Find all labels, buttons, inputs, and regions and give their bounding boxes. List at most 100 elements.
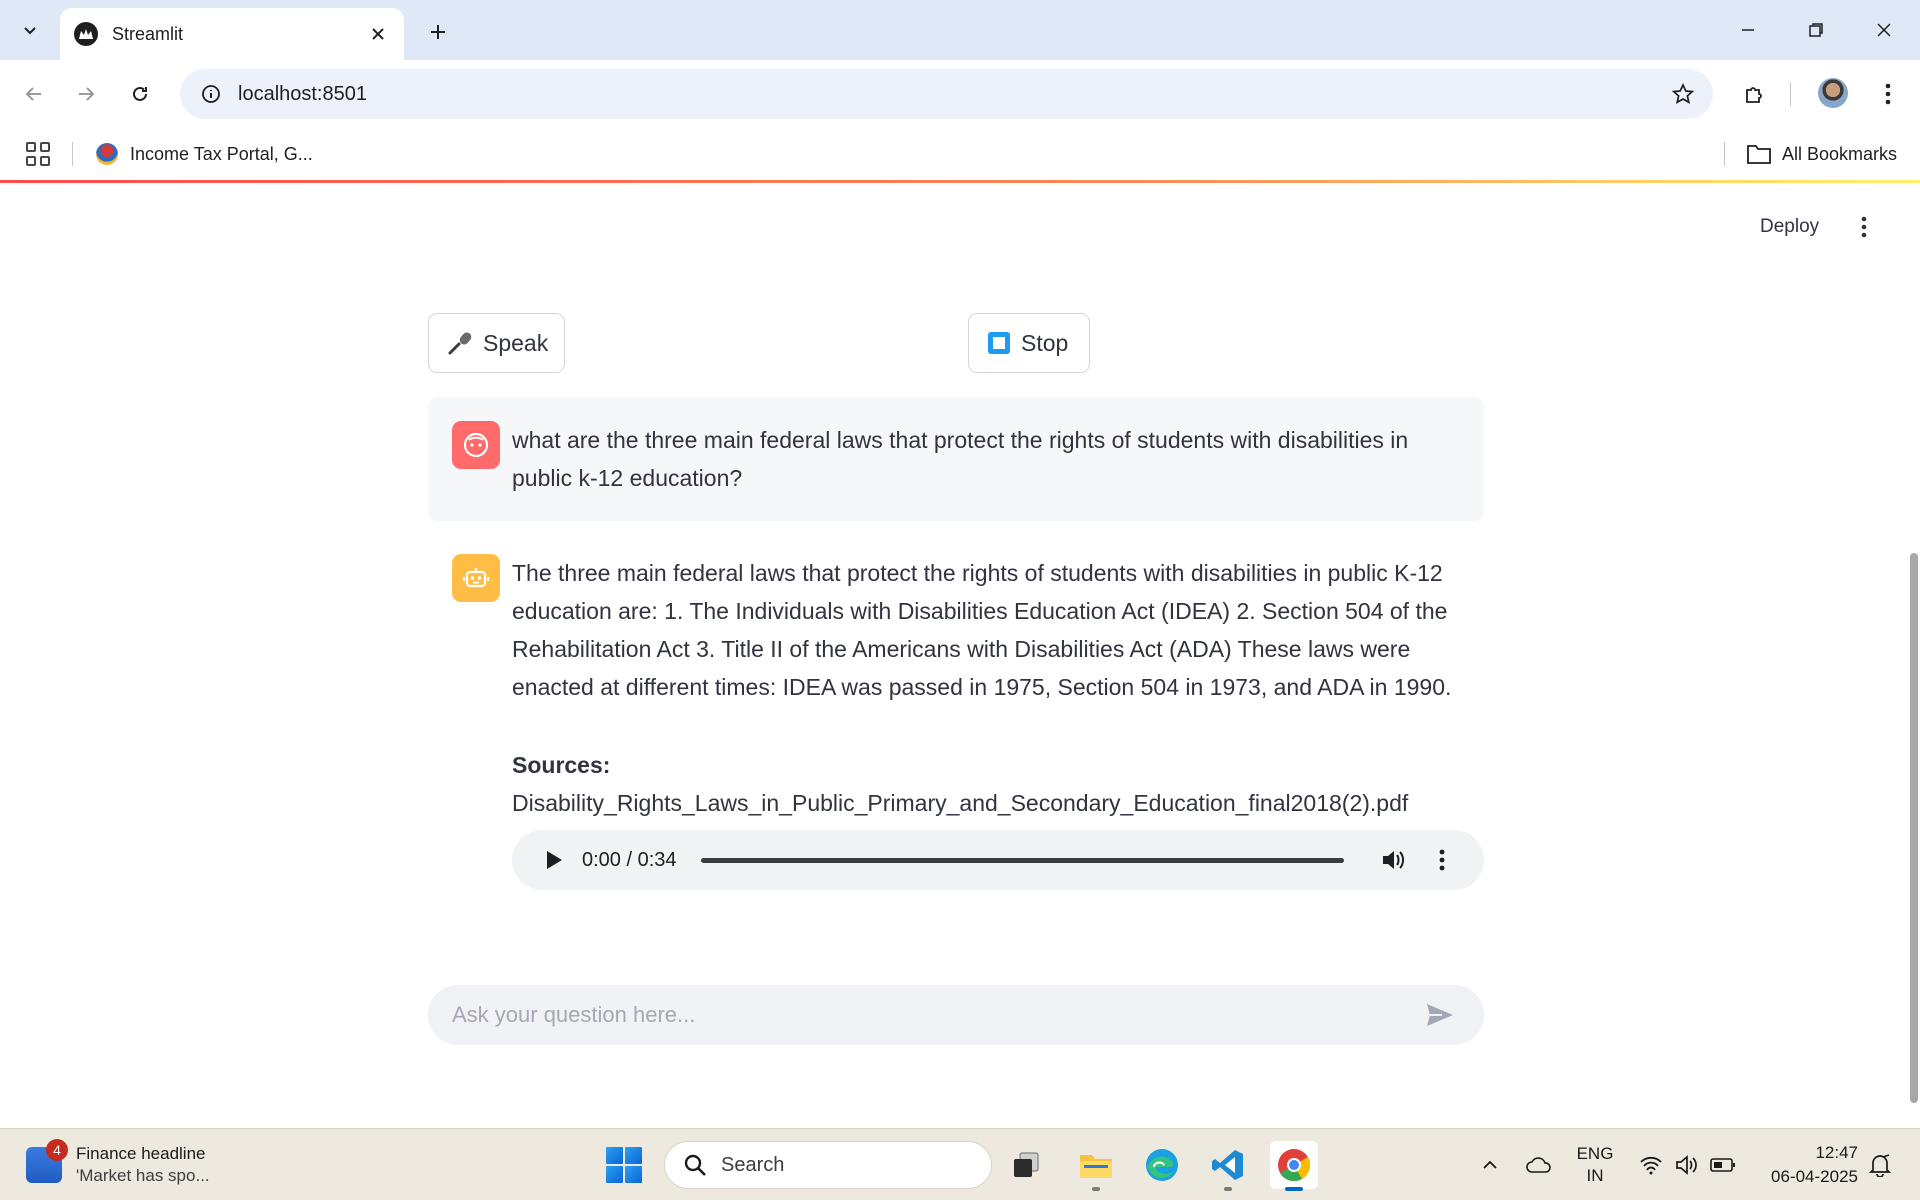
chat-message-assistant: The three main federal laws that protect… xyxy=(428,540,1484,920)
streamlit-app: Deploy Speak Stop what are the three mai… xyxy=(0,183,1920,1128)
chrome-icon[interactable] xyxy=(1270,1141,1318,1191)
file-explorer-icon[interactable] xyxy=(1072,1141,1120,1191)
show-hidden-icons-chevron-icon[interactable] xyxy=(1474,1143,1506,1187)
toolbar-divider xyxy=(1790,82,1791,106)
bookmarks-bar: Income Tax Portal, G... All Bookmarks xyxy=(0,128,1920,180)
widget-title: Finance headline xyxy=(76,1144,206,1163)
new-tab-button[interactable] xyxy=(418,12,458,52)
audio-time: 0:00 / 0:34 xyxy=(582,848,677,871)
tab-search-button[interactable] xyxy=(10,10,50,50)
close-icon xyxy=(1877,23,1891,37)
stop-label: Stop xyxy=(1021,329,1069,356)
news-widget[interactable]: 4 Finance headline 'Market has spo... xyxy=(26,1139,210,1189)
play-icon[interactable] xyxy=(534,840,574,880)
reload-button[interactable] xyxy=(118,72,162,116)
windows-start-icon[interactable] xyxy=(606,1147,642,1183)
sources-block: Sources: Disability_Rights_Laws_in_Publi… xyxy=(512,746,1460,822)
reload-icon xyxy=(133,86,147,101)
browser-toolbar: localhost:8501 xyxy=(0,60,1920,128)
deploy-button[interactable]: Deploy xyxy=(1742,207,1837,247)
speak-label: Speak xyxy=(483,329,549,356)
assistant-message-text: The three main federal laws that protect… xyxy=(512,560,1452,700)
edge-browser-icon[interactable] xyxy=(1138,1141,1186,1189)
sources-label: Sources: xyxy=(512,752,611,778)
page-scrollbar[interactable] xyxy=(1910,553,1918,1103)
browser-tab-streamlit[interactable]: Streamlit xyxy=(60,8,404,60)
app-menu-button[interactable] xyxy=(1844,207,1884,247)
search-icon xyxy=(683,1153,707,1177)
send-icon[interactable] xyxy=(1420,995,1460,1035)
active-indicator xyxy=(1285,1187,1303,1191)
restore-icon xyxy=(1809,23,1823,37)
apps-grid-icon[interactable] xyxy=(24,140,52,168)
tab-title: Streamlit xyxy=(112,23,184,44)
forward-button[interactable] xyxy=(64,72,108,116)
extensions-button[interactable] xyxy=(1732,72,1776,116)
vscode-icon[interactable] xyxy=(1204,1141,1252,1191)
clock-date: 06-04-2025 xyxy=(1771,1167,1858,1186)
url-text[interactable]: localhost:8501 xyxy=(238,83,1661,106)
chat-message-user: what are the three main federal laws tha… xyxy=(428,397,1484,521)
task-view-icon[interactable] xyxy=(1002,1141,1050,1189)
kebab-menu-icon xyxy=(1885,83,1891,105)
bookmarks-divider-right xyxy=(1724,142,1725,166)
bookmark-income-tax[interactable]: Income Tax Portal, G... xyxy=(96,140,313,168)
browser-tab-bar: Streamlit xyxy=(0,0,1920,60)
wifi-icon[interactable] xyxy=(1636,1143,1666,1187)
microphone-icon xyxy=(447,330,473,356)
widget-subtitle: 'Market has spo... xyxy=(76,1166,210,1185)
audio-options-icon[interactable] xyxy=(1422,840,1462,880)
close-tab-icon[interactable] xyxy=(366,22,390,46)
all-bookmarks-label: All Bookmarks xyxy=(1782,143,1898,164)
notification-badge: 4 xyxy=(46,1139,68,1161)
running-indicator xyxy=(1092,1187,1100,1191)
restore-button[interactable] xyxy=(1782,0,1850,60)
bookmark-star-icon[interactable] xyxy=(1661,72,1705,116)
taskbar-search-label: Search xyxy=(721,1153,785,1176)
language-indicator[interactable]: ENG IN xyxy=(1570,1143,1620,1187)
address-bar[interactable]: localhost:8501 xyxy=(180,69,1713,119)
income-tax-favicon-icon xyxy=(96,143,118,165)
system-clock[interactable]: 12:47 06-04-2025 xyxy=(1748,1141,1858,1189)
bookmark-label: Income Tax Portal, G... xyxy=(130,143,313,164)
kebab-menu-icon xyxy=(1861,216,1867,238)
battery-icon[interactable] xyxy=(1708,1143,1738,1187)
source-file-name: Disability_Rights_Laws_in_Public_Primary… xyxy=(512,790,1409,816)
profile-avatar[interactable] xyxy=(1818,78,1848,108)
running-indicator xyxy=(1224,1187,1232,1191)
clock-time: 12:47 xyxy=(1815,1143,1858,1162)
streamlit-favicon-icon xyxy=(74,22,98,46)
minimize-button[interactable] xyxy=(1714,0,1782,60)
taskbar-search[interactable]: Search xyxy=(664,1141,992,1189)
volume-icon[interactable] xyxy=(1374,840,1414,880)
stop-square-icon xyxy=(987,331,1011,355)
chat-input-container xyxy=(428,985,1484,1045)
all-bookmarks-button[interactable]: All Bookmarks xyxy=(1746,140,1897,168)
speak-button[interactable]: Speak xyxy=(428,313,565,373)
arrow-right-icon xyxy=(79,87,95,101)
site-info-icon[interactable] xyxy=(196,79,226,109)
speaker-icon[interactable] xyxy=(1672,1143,1702,1187)
language-code: ENG xyxy=(1576,1144,1614,1163)
plus-icon xyxy=(431,25,445,39)
chat-input[interactable] xyxy=(452,1002,1420,1028)
user-message-text: what are the three main federal laws tha… xyxy=(512,427,1409,491)
windows-taskbar: 4 Finance headline 'Market has spo... Se… xyxy=(0,1128,1920,1200)
user-avatar-icon xyxy=(452,421,500,469)
region-code: IN xyxy=(1586,1166,1604,1185)
arrow-left-icon xyxy=(25,87,41,101)
back-button[interactable] xyxy=(12,72,56,116)
browser-menu-button[interactable] xyxy=(1866,72,1910,116)
bookmarks-divider xyxy=(72,142,73,166)
assistant-avatar-icon xyxy=(452,554,500,602)
minimize-icon xyxy=(1742,29,1754,31)
finance-widget-icon: 4 xyxy=(26,1139,68,1183)
close-window-button[interactable] xyxy=(1850,0,1918,60)
onedrive-cloud-icon[interactable] xyxy=(1522,1143,1556,1187)
audio-player[interactable]: 0:00 / 0:34 xyxy=(512,830,1484,890)
puzzle-icon xyxy=(1746,87,1762,103)
audio-seek-bar[interactable] xyxy=(700,857,1344,863)
notifications-bell-icon[interactable] xyxy=(1864,1143,1896,1187)
stop-button[interactable]: Stop xyxy=(968,313,1090,373)
folder-icon xyxy=(1747,145,1771,164)
